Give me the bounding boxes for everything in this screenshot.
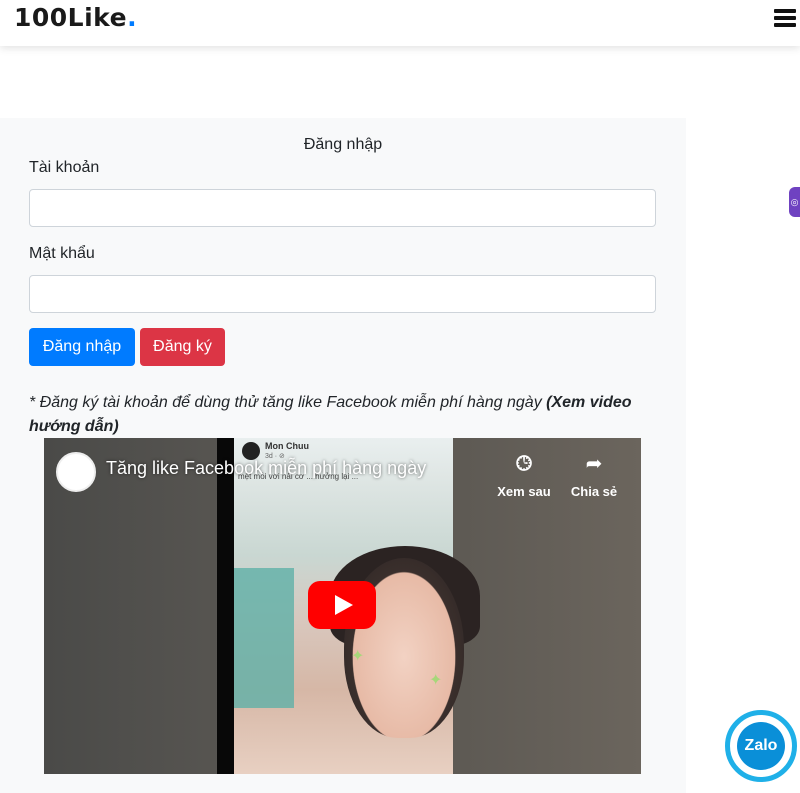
poster-name: Mon Chuu [265,441,309,451]
zalo-chat-button[interactable]: Zalo [725,710,797,782]
share-label: Chia sẻ [570,484,618,499]
login-button[interactable]: Đăng nhập [29,328,135,366]
play-button-icon[interactable] [308,581,376,629]
navbar: 100Like. [0,0,800,46]
signup-note-text: * Đăng ký tài khoản để dùng thử tăng lik… [29,394,547,411]
share-arrow-icon: ➦ [585,453,603,475]
watch-later-label: Xem sau [497,484,551,499]
clock-icon: 🕒︎ [516,453,532,475]
hamburger-menu-icon[interactable] [774,9,796,27]
channel-avatar[interactable] [56,452,96,492]
thumbnail-background-shape [234,568,294,708]
username-input[interactable] [29,189,656,227]
sticker-icon: ✦ [429,672,443,689]
password-label: Mật khẩu [29,245,95,262]
username-label: Tài khoản [29,159,100,176]
brand-logo[interactable]: 100Like. [14,3,137,32]
side-tab-icon[interactable]: ◎ [789,187,800,217]
sticker-icon: ✦ [351,648,365,665]
video-player[interactable]: ✦ ✦ Mon Chuu 3d · ⊘ mệt mỏi với nải cơ .… [44,438,641,774]
signup-note: * Đăng ký tài khoản để dùng thử tăng lik… [29,391,649,439]
watch-later-button[interactable]: 🕒︎ Xem sau [489,452,559,499]
register-button[interactable]: Đăng ký [140,328,225,366]
password-input[interactable] [29,275,656,313]
zalo-label: Zalo [737,722,785,770]
login-title: Đăng nhập [303,136,383,153]
share-button[interactable]: ➦ Chia sẻ [559,452,629,499]
video-title[interactable]: Tăng like Facebook miễn phí hàng ngày [106,458,426,479]
